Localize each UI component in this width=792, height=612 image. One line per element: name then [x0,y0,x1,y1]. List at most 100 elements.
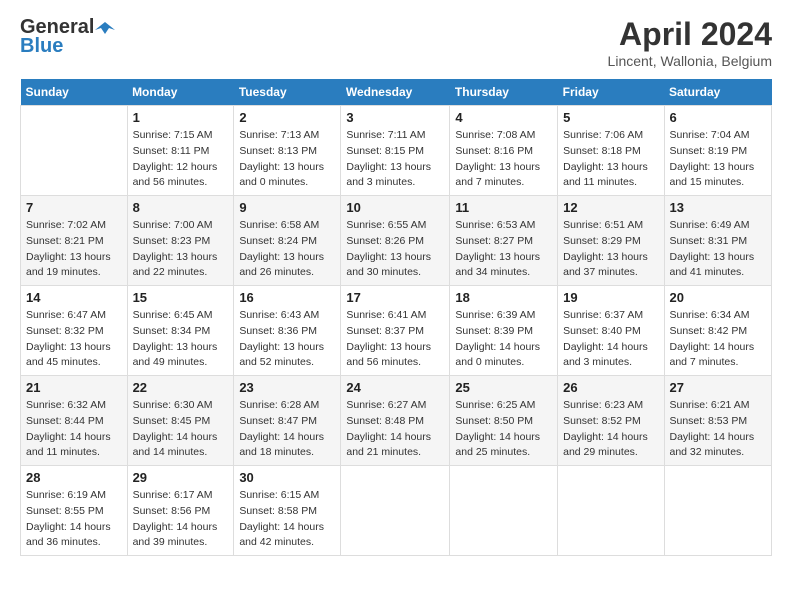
day-info: Sunrise: 6:17 AMSunset: 8:56 PMDaylight:… [133,488,229,551]
day-info: Sunrise: 7:06 AMSunset: 8:18 PMDaylight:… [563,128,658,191]
day-info: Sunrise: 6:47 AMSunset: 8:32 PMDaylight:… [26,308,122,371]
day-number: 1 [133,110,229,125]
day-info: Sunrise: 6:34 AMSunset: 8:42 PMDaylight:… [670,308,767,371]
day-number: 26 [563,380,658,395]
calendar-cell: 22 Sunrise: 6:30 AMSunset: 8:45 PMDayligh… [127,376,234,466]
day-number: 2 [239,110,335,125]
day-info: Sunrise: 6:39 AMSunset: 8:39 PMDaylight:… [455,308,552,371]
day-number: 27 [670,380,767,395]
day-info: Sunrise: 7:13 AMSunset: 8:13 PMDaylight:… [239,128,335,191]
calendar-cell: 5Sunrise: 7:06 AMSunset: 8:18 PMDaylight… [558,106,664,196]
day-info: Sunrise: 6:49 AMSunset: 8:31 PMDaylight:… [670,218,767,281]
calendar-week-row: 7 Sunrise: 7:02 AMSunset: 8:21 PMDaylight… [21,196,772,286]
day-number: 25 [455,380,552,395]
calendar-cell: 21 Sunrise: 6:32 AMSunset: 8:44 PMDayligh… [21,376,128,466]
calendar-cell [450,466,558,556]
calendar-cell: 6 Sunrise: 7:04 AMSunset: 8:19 PMDaylight… [664,106,772,196]
day-number: 8 [133,200,229,215]
calendar-cell: 13Sunrise: 6:49 AMSunset: 8:31 PMDayligh… [664,196,772,286]
col-header-tuesday: Tuesday [234,79,341,106]
day-info: Sunrise: 6:41 AMSunset: 8:37 PMDaylight:… [346,308,444,371]
day-info: Sunrise: 6:28 AMSunset: 8:47 PMDaylight:… [239,398,335,461]
col-header-saturday: Saturday [664,79,772,106]
day-number: 22 [133,380,229,395]
day-number: 24 [346,380,444,395]
day-number: 12 [563,200,658,215]
calendar-week-row: 21 Sunrise: 6:32 AMSunset: 8:44 PMDayligh… [21,376,772,466]
day-info: Sunrise: 6:19 AMSunset: 8:55 PMDaylight:… [26,488,122,551]
day-info: Sunrise: 7:02 AMSunset: 8:21 PMDaylight:… [26,218,122,281]
day-info: Sunrise: 7:11 AMSunset: 8:15 PMDaylight:… [346,128,444,191]
day-info: Sunrise: 6:30 AMSunset: 8:45 PMDaylight:… [133,398,229,461]
day-number: 18 [455,290,552,305]
calendar-week-row: 1 Sunrise: 7:15 AMSunset: 8:11 PMDaylight… [21,106,772,196]
day-info: Sunrise: 6:51 AMSunset: 8:29 PMDaylight:… [563,218,658,281]
day-info: Sunrise: 6:25 AMSunset: 8:50 PMDaylight:… [455,398,552,461]
calendar-cell: 24 Sunrise: 6:27 AMSunset: 8:48 PMDayligh… [341,376,450,466]
calendar-cell: 27 Sunrise: 6:21 AMSunset: 8:53 PMDayligh… [664,376,772,466]
day-number: 15 [133,290,229,305]
day-info: Sunrise: 6:43 AMSunset: 8:36 PMDaylight:… [239,308,335,371]
day-number: 23 [239,380,335,395]
calendar-cell [341,466,450,556]
col-header-monday: Monday [127,79,234,106]
calendar-cell: 16 Sunrise: 6:43 AMSunset: 8:36 PMDayligh… [234,286,341,376]
day-info: Sunrise: 7:04 AMSunset: 8:19 PMDaylight:… [670,128,767,191]
calendar-cell [664,466,772,556]
day-number: 28 [26,470,122,485]
calendar-header-row: SundayMondayTuesdayWednesdayThursdayFrid… [21,79,772,106]
calendar-cell [21,106,128,196]
day-number: 7 [26,200,122,215]
day-number: 4 [455,110,552,125]
calendar-cell: 12 Sunrise: 6:51 AMSunset: 8:29 PMDayligh… [558,196,664,286]
calendar-cell: 17 Sunrise: 6:41 AMSunset: 8:37 PMDayligh… [341,286,450,376]
day-info: Sunrise: 6:58 AMSunset: 8:24 PMDaylight:… [239,218,335,281]
col-header-sunday: Sunday [21,79,128,106]
calendar-cell: 7 Sunrise: 7:02 AMSunset: 8:21 PMDaylight… [21,196,128,286]
day-number: 11 [455,200,552,215]
logo-blue: Blue [20,35,63,58]
calendar-cell: 28 Sunrise: 6:19 AMSunset: 8:55 PMDayligh… [21,466,128,556]
location-subtitle: Lincent, Wallonia, Belgium [608,53,772,69]
calendar-cell: 30 Sunrise: 6:15 AMSunset: 8:58 PMDayligh… [234,466,341,556]
day-info: Sunrise: 6:23 AMSunset: 8:52 PMDaylight:… [563,398,658,461]
day-number: 21 [26,380,122,395]
calendar-week-row: 14Sunrise: 6:47 AMSunset: 8:32 PMDayligh… [21,286,772,376]
day-number: 3 [346,110,444,125]
calendar-cell: 26 Sunrise: 6:23 AMSunset: 8:52 PMDayligh… [558,376,664,466]
day-number: 30 [239,470,335,485]
calendar-cell: 20 Sunrise: 6:34 AMSunset: 8:42 PMDayligh… [664,286,772,376]
col-header-friday: Friday [558,79,664,106]
logo-bird-icon [95,18,115,38]
calendar-cell [558,466,664,556]
calendar-cell: 15 Sunrise: 6:45 AMSunset: 8:34 PMDayligh… [127,286,234,376]
day-number: 19 [563,290,658,305]
day-number: 20 [670,290,767,305]
calendar-cell: 10 Sunrise: 6:55 AMSunset: 8:26 PMDayligh… [341,196,450,286]
day-info: Sunrise: 7:15 AMSunset: 8:11 PMDaylight:… [133,128,229,191]
calendar-cell: 9Sunrise: 6:58 AMSunset: 8:24 PMDaylight… [234,196,341,286]
calendar-cell: 19 Sunrise: 6:37 AMSunset: 8:40 PMDayligh… [558,286,664,376]
day-number: 17 [346,290,444,305]
day-info: Sunrise: 7:08 AMSunset: 8:16 PMDaylight:… [455,128,552,191]
day-number: 16 [239,290,335,305]
day-info: Sunrise: 6:45 AMSunset: 8:34 PMDaylight:… [133,308,229,371]
day-number: 6 [670,110,767,125]
calendar-cell: 18 Sunrise: 6:39 AMSunset: 8:39 PMDayligh… [450,286,558,376]
page-header: General Blue April 2024 Lincent, Walloni… [20,16,772,69]
day-info: Sunrise: 6:37 AMSunset: 8:40 PMDaylight:… [563,308,658,371]
day-info: Sunrise: 6:15 AMSunset: 8:58 PMDaylight:… [239,488,335,551]
day-number: 10 [346,200,444,215]
day-info: Sunrise: 6:53 AMSunset: 8:27 PMDaylight:… [455,218,552,281]
calendar-cell: 4 Sunrise: 7:08 AMSunset: 8:16 PMDaylight… [450,106,558,196]
day-info: Sunrise: 6:32 AMSunset: 8:44 PMDaylight:… [26,398,122,461]
day-info: Sunrise: 6:27 AMSunset: 8:48 PMDaylight:… [346,398,444,461]
month-year-title: April 2024 [608,16,772,53]
col-header-wednesday: Wednesday [341,79,450,106]
calendar-week-row: 28 Sunrise: 6:19 AMSunset: 8:55 PMDayligh… [21,466,772,556]
calendar-cell: 1 Sunrise: 7:15 AMSunset: 8:11 PMDaylight… [127,106,234,196]
calendar-cell: 3 Sunrise: 7:11 AMSunset: 8:15 PMDaylight… [341,106,450,196]
day-info: Sunrise: 6:55 AMSunset: 8:26 PMDaylight:… [346,218,444,281]
day-info: Sunrise: 6:21 AMSunset: 8:53 PMDaylight:… [670,398,767,461]
day-info: Sunrise: 7:00 AMSunset: 8:23 PMDaylight:… [133,218,229,281]
